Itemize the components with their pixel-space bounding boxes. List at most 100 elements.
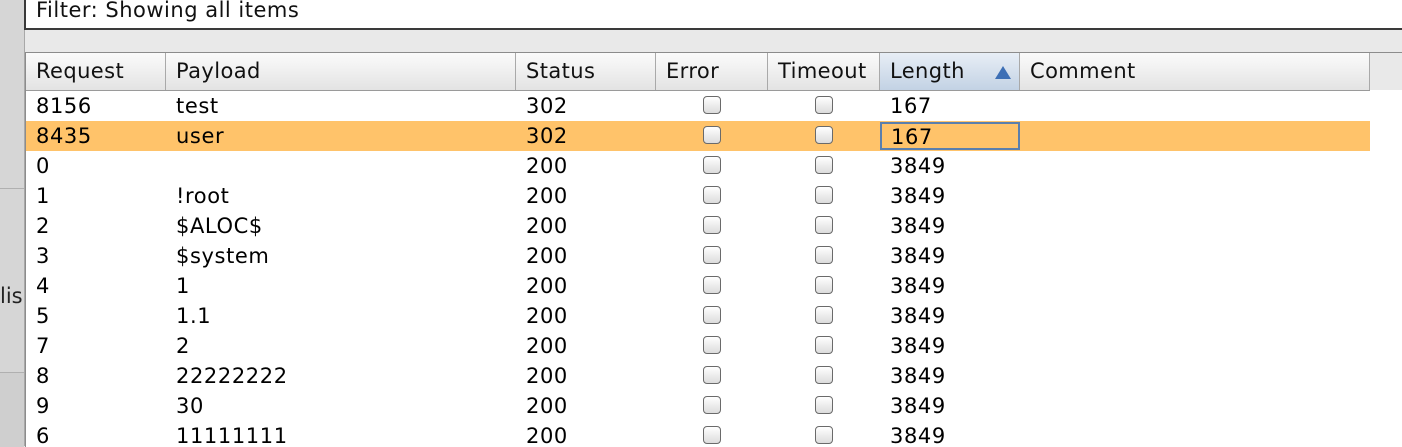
payload-cell: 30 (176, 394, 204, 418)
column-header-label: Error (666, 59, 720, 83)
comment-cell (1020, 331, 1370, 361)
timeout-checkbox[interactable] (815, 126, 833, 144)
timeout-checkbox[interactable] (815, 156, 833, 174)
table-row[interactable]: 6 11111111 200 3849 (26, 421, 1370, 447)
payload-cell: 1.1 (176, 304, 212, 328)
comment-cell (1020, 121, 1370, 151)
comment-cell (1020, 361, 1370, 391)
error-checkbox[interactable] (703, 246, 721, 264)
table-body: 8156 test 302 167 8435 user 302 167 0 200 3849 1 !ro… (26, 91, 1402, 447)
comment-cell (1020, 151, 1370, 181)
column-header-comment[interactable]: Comment (1020, 53, 1370, 90)
timeout-checkbox[interactable] (815, 366, 833, 384)
error-checkbox[interactable] (703, 186, 721, 204)
timeout-checkbox[interactable] (815, 246, 833, 264)
table-row[interactable]: 3 $system 200 3849 (26, 241, 1370, 271)
request-cell: 8156 (36, 94, 92, 118)
timeout-checkbox[interactable] (815, 306, 833, 324)
timeout-checkbox[interactable] (815, 336, 833, 354)
column-header-payload[interactable]: Payload (166, 53, 516, 90)
column-header-length[interactable]: Length (880, 53, 1020, 90)
status-cell: 200 (526, 364, 568, 388)
request-cell: 9 (36, 394, 50, 418)
comment-cell (1020, 271, 1370, 301)
error-checkbox[interactable] (703, 96, 721, 114)
payload-cell: $ALOC$ (176, 214, 263, 238)
request-cell: 5 (36, 304, 50, 328)
panel-divider (0, 188, 24, 189)
table-row[interactable]: 0 200 3849 (26, 151, 1370, 181)
payload-cell: 2 (176, 334, 190, 358)
table-row[interactable]: 5 1.1 200 3849 (26, 301, 1370, 331)
timeout-checkbox[interactable] (815, 96, 833, 114)
request-cell: 3 (36, 244, 50, 268)
table-row[interactable]: 8 22222222 200 3849 (26, 361, 1370, 391)
column-header-error[interactable]: Error (656, 53, 768, 90)
filter-text: Filter: Showing all items (36, 0, 300, 22)
status-cell: 200 (526, 184, 568, 208)
column-header-label: Request (36, 59, 125, 83)
length-cell: 3849 (890, 274, 946, 298)
column-header-timeout[interactable]: Timeout (768, 53, 880, 90)
request-cell: 1 (36, 184, 50, 208)
status-cell: 200 (526, 334, 568, 358)
error-checkbox[interactable] (703, 426, 721, 444)
table-row[interactable]: 8156 test 302 167 (26, 91, 1370, 121)
error-checkbox[interactable] (703, 126, 721, 144)
length-cell: 3849 (890, 364, 946, 388)
error-checkbox[interactable] (703, 366, 721, 384)
timeout-checkbox[interactable] (815, 186, 833, 204)
comment-cell (1020, 421, 1370, 447)
header-filler (1370, 53, 1402, 90)
length-cell: 167 (880, 122, 1020, 150)
panel-divider (0, 372, 24, 447)
error-checkbox[interactable] (703, 336, 721, 354)
column-header-status[interactable]: Status (516, 53, 656, 90)
request-cell: 2 (36, 214, 50, 238)
column-header-label: Comment (1030, 59, 1136, 83)
timeout-checkbox[interactable] (815, 276, 833, 294)
payload-cell: $system (176, 244, 270, 268)
length-cell: 3849 (890, 304, 946, 328)
error-checkbox[interactable] (703, 276, 721, 294)
table-row[interactable]: 1 !root 200 3849 (26, 181, 1370, 211)
status-cell: 302 (526, 124, 568, 148)
table-row[interactable]: 9 30 200 3849 (26, 391, 1370, 421)
payload-cell: 22222222 (176, 364, 288, 388)
payload-cell: user (176, 124, 225, 148)
status-cell: 200 (526, 154, 568, 178)
comment-cell (1020, 91, 1370, 121)
request-cell: 7 (36, 334, 50, 358)
timeout-checkbox[interactable] (815, 216, 833, 234)
error-checkbox[interactable] (703, 216, 721, 234)
length-cell: 3849 (890, 244, 946, 268)
status-cell: 200 (526, 424, 568, 447)
column-header-label: Status (526, 59, 596, 83)
comment-cell (1020, 301, 1370, 331)
table-row[interactable]: 2 $ALOC$ 200 3849 (26, 211, 1370, 241)
results-table: Request Payload Status Error Timeout Len… (25, 52, 1402, 447)
timeout-checkbox[interactable] (815, 426, 833, 444)
status-cell: 200 (526, 274, 568, 298)
table-row[interactable]: 7 2 200 3849 (26, 331, 1370, 361)
error-checkbox[interactable] (703, 396, 721, 414)
left-panel-edge: lis (0, 0, 25, 447)
table-header: Request Payload Status Error Timeout Len… (26, 53, 1370, 91)
error-checkbox[interactable] (703, 156, 721, 174)
length-cell: 3849 (890, 424, 946, 447)
column-header-label: Timeout (778, 59, 867, 83)
payload-cell: test (176, 94, 219, 118)
payload-cell: 1 (176, 274, 190, 298)
comment-cell (1020, 181, 1370, 211)
status-cell: 200 (526, 304, 568, 328)
length-cell: 3849 (890, 394, 946, 418)
timeout-checkbox[interactable] (815, 396, 833, 414)
filter-bar[interactable]: Filter: Showing all items (24, 0, 1402, 30)
table-row[interactable]: 8435 user 302 167 (26, 121, 1370, 151)
status-cell: 200 (526, 244, 568, 268)
comment-cell (1020, 211, 1370, 241)
table-row[interactable]: 4 1 200 3849 (26, 271, 1370, 301)
error-checkbox[interactable] (703, 306, 721, 324)
column-header-request[interactable]: Request (26, 53, 166, 90)
comment-cell (1020, 391, 1370, 421)
